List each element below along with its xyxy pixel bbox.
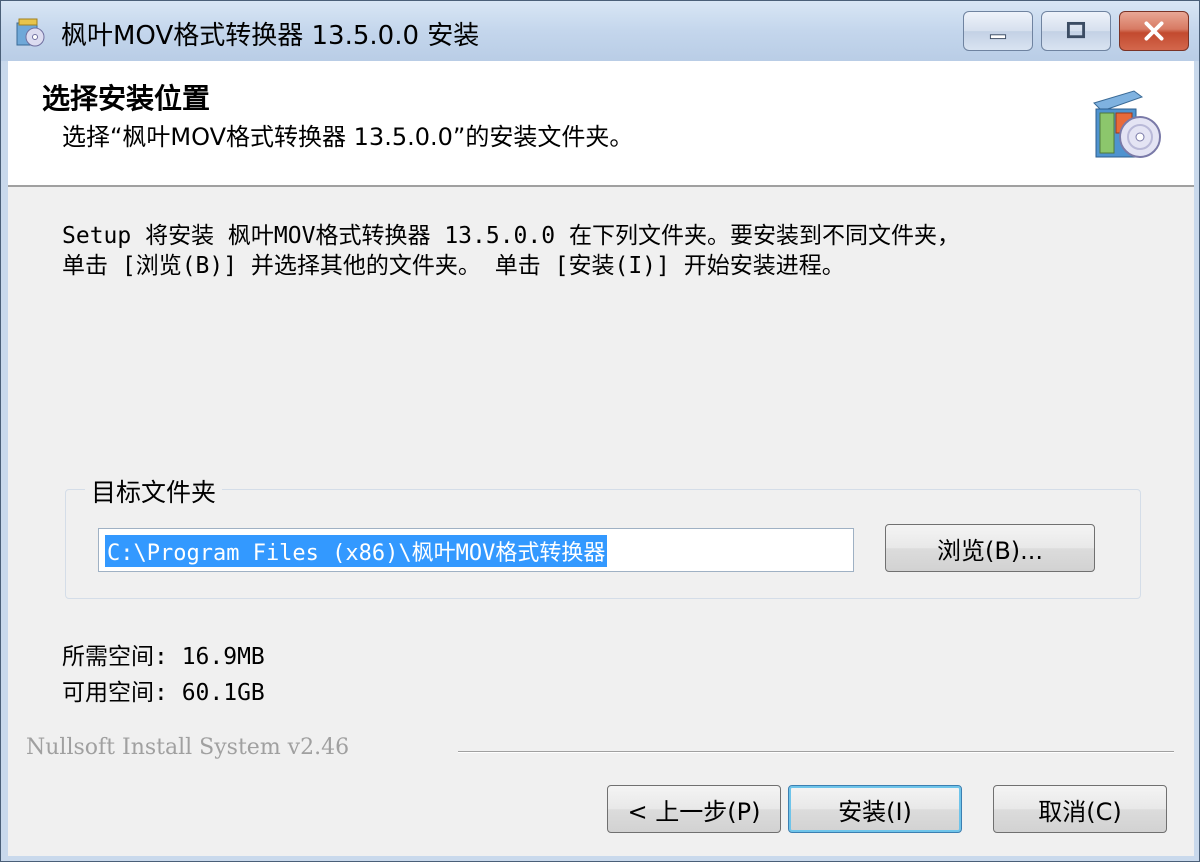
page-header: 选择安装位置 选择“枫叶MOV格式转换器 13.5.0.0”的安装文件夹。 <box>8 61 1194 187</box>
close-button[interactable] <box>1119 11 1189 51</box>
browse-button[interactable]: 浏览(B)... <box>885 524 1095 572</box>
nsis-branding: Nullsoft Install System v2.46 <box>26 735 350 760</box>
cancel-button[interactable]: 取消(C) <box>993 785 1167 833</box>
back-button[interactable]: < 上一步(P) <box>607 785 781 833</box>
maximize-icon <box>1066 21 1086 39</box>
intro-text: Setup 将安装 枫叶MOV格式转换器 13.5.0.0 在下列文件夹。要安装… <box>62 221 960 281</box>
install-path-value: C:\Program Files (x86)\枫叶MOV格式转换器 <box>105 535 608 567</box>
window-title: 枫叶MOV格式转换器 13.5.0.0 安装 <box>61 21 480 51</box>
space-required: 所需空间: 16.9MB <box>62 644 265 670</box>
intro-line-2: 单击 [浏览(B)] 并选择其他的文件夹。 单击 [安装(I)] 开始安装进程。 <box>62 253 845 279</box>
minimize-button[interactable] <box>963 11 1033 51</box>
branding-divider <box>458 751 1174 753</box>
maximize-button[interactable] <box>1041 11 1111 51</box>
installer-window: 枫叶MOV格式转换器 13.5.0.0 安装 选择安装位置 选择“枫叶MOV格式… <box>0 0 1200 862</box>
installer-box-cd-icon <box>1093 90 1161 158</box>
close-icon <box>1144 21 1164 41</box>
install-path-input[interactable]: C:\Program Files (x86)\枫叶MOV格式转换器 <box>98 528 854 572</box>
intro-line-1: Setup 将安装 枫叶MOV格式转换器 13.5.0.0 在下列文件夹。要安装… <box>62 223 960 249</box>
destination-folder-label: 目标文件夹 <box>85 473 223 509</box>
install-button[interactable]: 安装(I) <box>788 785 962 833</box>
page-subtitle: 选择“枫叶MOV格式转换器 13.5.0.0”的安装文件夹。 <box>62 123 634 151</box>
minimize-icon <box>989 34 1007 40</box>
space-available: 可用空间: 60.1GB <box>62 680 265 706</box>
title-bar[interactable]: 枫叶MOV格式转换器 13.5.0.0 安装 <box>1 1 1199 61</box>
page-body: Setup 将安装 枫叶MOV格式转换器 13.5.0.0 在下列文件夹。要安装… <box>8 187 1194 856</box>
installer-app-icon <box>16 18 45 47</box>
page-title: 选择安装位置 <box>42 82 211 115</box>
